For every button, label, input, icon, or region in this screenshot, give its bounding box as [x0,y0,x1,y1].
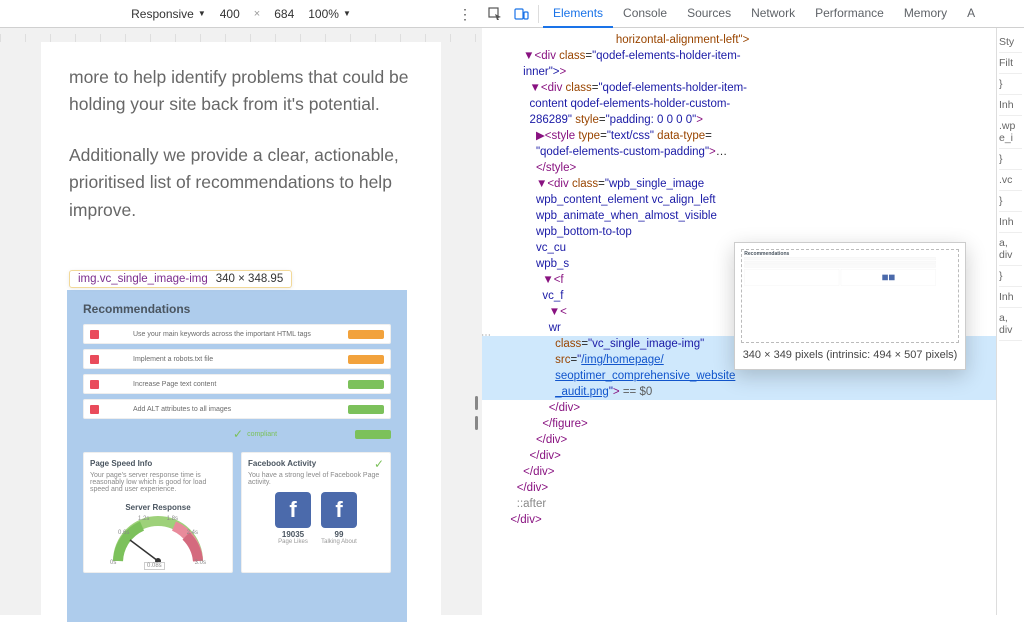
device-viewport: more to help identify problems that coul… [0,28,482,615]
viewport-width-input[interactable]: 400 [220,7,240,21]
rec-row: Add ALT attributes to all images [83,399,391,419]
highlight-dimensions: 340 × 348.95 [216,273,283,285]
hover-dimensions-text: 340 × 349 pixels (intrinsic: 494 × 507 p… [741,347,959,363]
rec-row: Implement a robots.txt file [83,349,391,369]
element-highlight-tooltip: img.vc_single_image-img 340 × 348.95 [69,270,292,288]
image-hover-preview: Recommendations 340 × 349 pixels (intrin… [734,242,966,370]
devtools-tabs: Elements Console Sources Network Perform… [543,0,985,28]
facebook-icon: f [321,492,357,528]
rec-row: Increase Page text content [83,374,391,394]
rec-row: Use your main keywords across the import… [83,324,391,344]
speed-card: Page Speed Info Your page's server respo… [83,452,233,573]
styles-filter[interactable]: Filt [999,53,1022,74]
tab-network[interactable]: Network [741,0,805,28]
body-text: more to help identify problems that coul… [69,64,413,118]
resize-handle[interactable] [472,396,480,430]
kebab-menu-icon[interactable]: ⋮ [458,6,472,23]
tab-memory[interactable]: Memory [894,0,957,28]
dom-tree[interactable]: horizontal-alignment-left"> ▼<div class=… [482,28,996,615]
viewport-height-input[interactable]: 684 [274,7,294,21]
highlighted-image[interactable]: Recommendations Use your main keywords a… [67,290,407,622]
styles-panel[interactable]: Sty Filt } Inh .wp e_i } .vc } Inh a, di… [996,28,1024,615]
chevron-down-icon: ▼ [343,9,351,18]
tab-elements[interactable]: Elements [543,0,613,28]
tab-sources[interactable]: Sources [677,0,741,28]
tab-console[interactable]: Console [613,0,677,28]
styles-tab[interactable]: Sty [999,32,1022,53]
recommendations-title: Recommendations [83,302,391,316]
pseudo-after: ::after [517,498,546,510]
tab-more[interactable]: A [957,0,985,28]
dimension-separator: × [254,8,260,20]
inspect-element-icon[interactable] [482,1,508,27]
check-icon: ✓ [374,457,384,471]
gutter-dots-icon[interactable]: ⋯ [482,328,491,344]
ruler [0,34,482,42]
page-frame[interactable]: more to help identify problems that coul… [41,42,441,622]
facebook-card: ✓ Facebook Activity You have a strong le… [241,452,391,573]
device-select[interactable]: Responsive▼ [131,7,206,21]
body-text: Additionally we provide a clear, actiona… [69,142,413,223]
gauge-icon: 0s 0.6s 1.2s 1.8s 2.4s 3.0s 0.08s [108,516,208,566]
zoom-select[interactable]: 100%▼ [308,7,351,21]
highlight-selector: img.vc_single_image-img [78,273,208,285]
facebook-icon: f [275,492,311,528]
device-toolbar: Responsive▼ 400 × 684 100%▼ ⋮ [0,0,482,27]
device-mode-icon[interactable] [508,1,534,27]
tab-performance[interactable]: Performance [805,0,894,28]
chevron-down-icon: ▼ [198,9,206,18]
